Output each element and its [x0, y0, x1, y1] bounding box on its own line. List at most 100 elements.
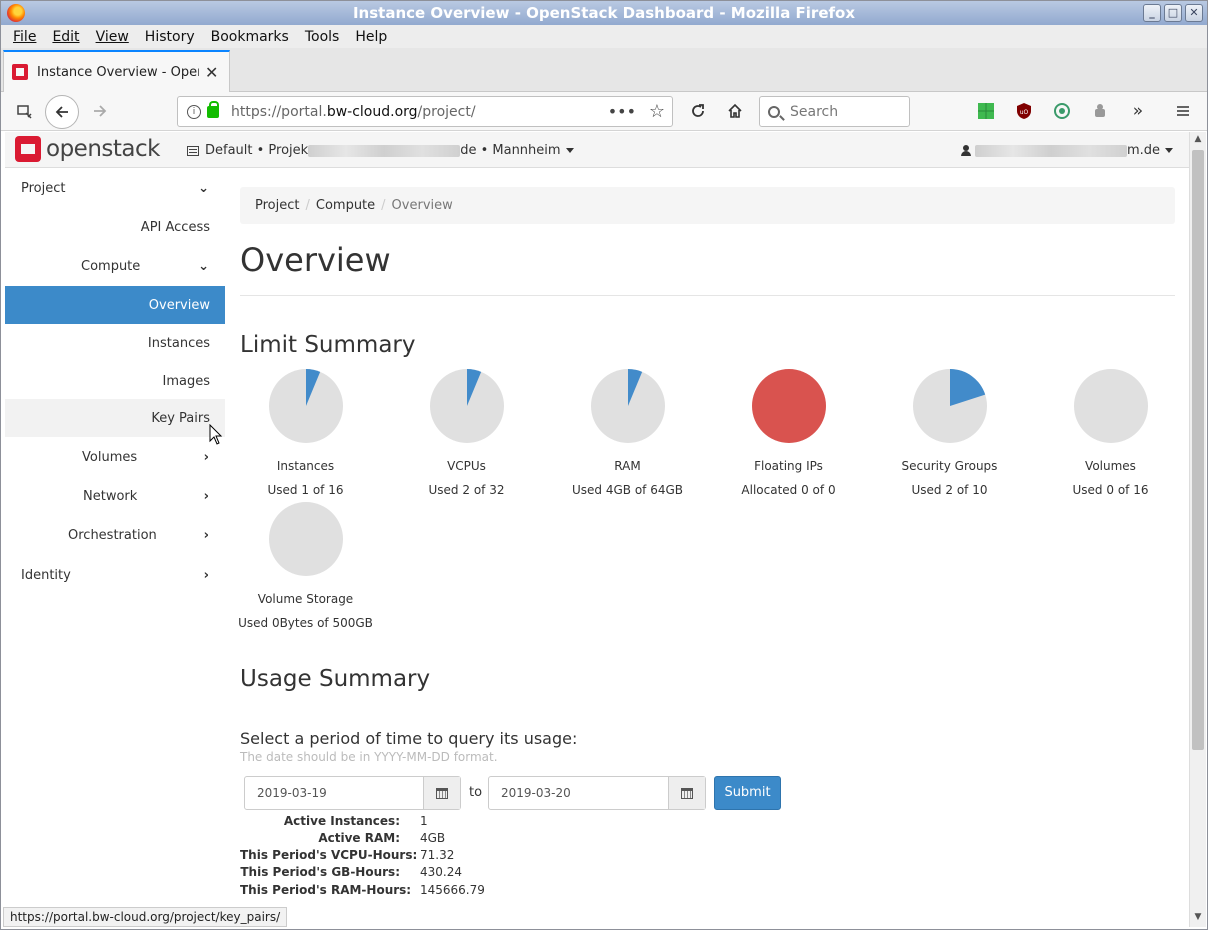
- sidebar-item-api-access[interactable]: API Access: [5, 208, 225, 246]
- info-icon[interactable]: i: [187, 104, 201, 119]
- limit-pie-vcpus: VCPUs Used 2 of 32: [386, 368, 547, 497]
- mouse-cursor-icon: [209, 424, 223, 445]
- home-icon[interactable]: [721, 97, 749, 125]
- stat-label: This Period's VCPU-Hours:: [240, 848, 418, 862]
- hamburger-menu-icon[interactable]: [1169, 97, 1197, 125]
- user-menu[interactable]: m.de: [960, 143, 1173, 158]
- sidebar-item-overview[interactable]: Overview: [5, 286, 225, 324]
- bookmark-star-icon[interactable]: ☆: [649, 101, 665, 122]
- breadcrumb-project[interactable]: Project: [255, 198, 299, 213]
- stat-value: 145666.79: [420, 883, 485, 897]
- openstack-logo[interactable]: openstack: [15, 136, 160, 162]
- pie-background: [1073, 369, 1148, 443]
- title-bar: Instance Overview - OpenStack Dashboard …: [1, 1, 1207, 25]
- stat-value: 1: [420, 814, 428, 828]
- pie-value: Allocated 0 of 0: [741, 483, 836, 497]
- pie-value: Used 0Bytes of 500GB: [238, 616, 373, 630]
- back-button[interactable]: [45, 95, 79, 129]
- limit-pie-floating-ips: Floating IPs Allocated 0 of 0: [708, 368, 869, 497]
- pie-label: Security Groups: [901, 459, 998, 473]
- vertical-scrollbar[interactable]: ▲ ▼: [1189, 132, 1206, 927]
- sidebar-item-network[interactable]: Network ›: [5, 477, 225, 515]
- url-bar[interactable]: i https://portal.bw-cloud.org/project/ •…: [177, 96, 673, 127]
- puzzle-extension-icon[interactable]: [1091, 102, 1109, 120]
- forward-button[interactable]: [86, 97, 114, 125]
- pie-value: Used 0 of 16: [1072, 483, 1149, 497]
- menu-bookmarks[interactable]: Bookmarks: [203, 29, 297, 45]
- reload-icon[interactable]: [684, 97, 712, 125]
- redacted-username: [974, 144, 1127, 157]
- page-title: Overview: [240, 241, 391, 279]
- stat-value: 4GB: [420, 831, 446, 845]
- calendar-icon[interactable]: [668, 777, 705, 809]
- circle-extension-icon[interactable]: [1053, 102, 1071, 120]
- menu-view[interactable]: View: [88, 29, 137, 45]
- close-icon[interactable]: ✕: [1185, 4, 1203, 22]
- search-icon: [768, 105, 780, 118]
- project-selector[interactable]: Default • Projek de • Mannheim: [187, 143, 574, 158]
- date-format-hint: The date should be in YYYY-MM-DD format.: [240, 750, 498, 764]
- pie-label: Volumes: [1085, 459, 1136, 473]
- tab-bar: Instance Overview - OpenStack Dashboard …: [1, 48, 1207, 92]
- main-content: Project / Compute / Overview Overview Li…: [238, 169, 1175, 907]
- chevron-right-icon: ›: [203, 567, 209, 583]
- sidebar-item-instances[interactable]: Instances: [5, 324, 225, 362]
- pie-label: RAM: [614, 459, 641, 473]
- openstack-header: openstack Default • Projek de • Mannheim…: [5, 132, 1189, 168]
- start-date-field[interactable]: 2019-03-19: [244, 776, 461, 810]
- tab-close-icon[interactable]: ✕: [205, 63, 218, 82]
- browser-window: Instance Overview - OpenStack Dashboard …: [0, 0, 1208, 930]
- menu-bar: File Edit View History Bookmarks Tools H…: [1, 25, 1207, 48]
- sidebar-item-key-pairs[interactable]: Key Pairs: [5, 399, 225, 437]
- divider: [240, 295, 1175, 296]
- limit-pie-security-groups: Security Groups Used 2 of 10: [869, 368, 1030, 497]
- search-input[interactable]: Search: [759, 96, 910, 127]
- sidebar: Project ⌄ API Access Compute ⌄ Overview …: [5, 169, 225, 907]
- stat-value: 430.24: [420, 865, 462, 879]
- sidebar-item-identity[interactable]: Identity ›: [5, 556, 225, 594]
- usage-summary-heading: Usage Summary: [240, 666, 431, 692]
- tab-label: Instance Overview - OpenStack Dashboard: [37, 64, 199, 80]
- pie-value: Used 1 of 16: [267, 483, 344, 497]
- menu-help[interactable]: Help: [347, 29, 395, 45]
- menu-edit[interactable]: Edit: [44, 29, 87, 45]
- sidebar-item-project[interactable]: Project ⌄: [5, 169, 225, 207]
- tab-instance-overview[interactable]: Instance Overview - OpenStack Dashboard …: [3, 50, 230, 92]
- scrollbar-thumb[interactable]: [1192, 150, 1204, 750]
- page-actions-icon[interactable]: •••: [608, 102, 636, 121]
- submit-button[interactable]: Submit: [714, 776, 781, 810]
- menu-file[interactable]: File: [5, 29, 44, 45]
- to-label: to: [469, 785, 483, 800]
- caret-down-icon: [565, 148, 574, 153]
- url-text[interactable]: https://portal.bw-cloud.org/project/: [231, 104, 476, 120]
- status-bar-link: https://portal.bw-cloud.org/project/key_…: [3, 907, 288, 927]
- sidebar-item-compute[interactable]: Compute ⌄: [5, 247, 225, 285]
- end-date-field[interactable]: 2019-03-20: [488, 776, 706, 810]
- sidebar-item-images[interactable]: Images: [5, 362, 225, 400]
- ublock-icon[interactable]: uO: [1015, 102, 1033, 120]
- pie-label: Instances: [276, 459, 335, 473]
- usage-period-question: Select a period of time to query its usa…: [240, 729, 578, 748]
- green-extension-icon[interactable]: [977, 102, 995, 120]
- scroll-down-icon[interactable]: ▼: [1192, 912, 1204, 924]
- scroll-up-icon[interactable]: ▲: [1192, 134, 1204, 146]
- calendar-icon[interactable]: [423, 777, 460, 809]
- chevron-right-icon: ›: [203, 488, 209, 504]
- menu-history[interactable]: History: [137, 29, 203, 45]
- stat-label: Active Instances:: [283, 814, 400, 828]
- breadcrumb-compute[interactable]: Compute: [316, 198, 375, 213]
- pie-label: Floating IPs: [754, 459, 823, 473]
- breadcrumb: Project / Compute / Overview: [240, 187, 1175, 224]
- sidebar-item-orchestration[interactable]: Orchestration ›: [5, 516, 225, 554]
- pie-background: [268, 502, 343, 576]
- chevron-down-icon: ⌄: [198, 258, 209, 274]
- sidebar-toggle-icon[interactable]: [10, 97, 38, 125]
- limit-pie-volumes: Volumes Used 0 of 16: [1030, 368, 1189, 497]
- maximize-icon[interactable]: □: [1164, 4, 1182, 22]
- breadcrumb-overview: Overview: [391, 198, 453, 213]
- sidebar-item-volumes[interactable]: Volumes ›: [5, 438, 225, 476]
- window-title: Instance Overview - OpenStack Dashboard …: [352, 4, 856, 22]
- overflow-chevron-icon[interactable]: »: [1124, 97, 1152, 125]
- menu-tools[interactable]: Tools: [297, 29, 348, 45]
- minimize-icon[interactable]: _: [1143, 4, 1161, 22]
